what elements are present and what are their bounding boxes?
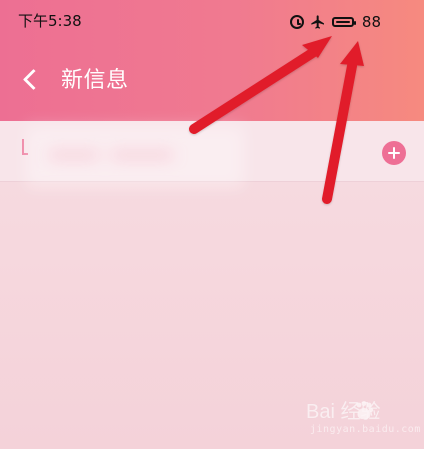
redacted-blob	[48, 150, 100, 160]
back-button[interactable]	[18, 62, 46, 96]
battery-icon	[331, 17, 356, 27]
app-header: 下午5:38 88 新信息	[0, 0, 424, 121]
add-contact-button[interactable]	[382, 141, 406, 165]
alarm-icon	[289, 15, 304, 29]
title-bar: 新信息	[0, 52, 424, 112]
watermark-subtext: jingyan.baidu.com	[310, 424, 421, 435]
screen: 下午5:38 88 新信息 Bai 经验 jingyan.baidu.com	[0, 0, 424, 449]
paw-icon	[356, 401, 374, 419]
baidu-watermark: Bai 经验 jingyan.baidu.com	[304, 398, 424, 444]
chevron-left-icon	[22, 68, 45, 91]
status-time: 下午5:38	[18, 12, 82, 30]
redacted-recipient	[26, 126, 244, 188]
redacted-blob	[110, 150, 174, 160]
status-icons: 88	[289, 12, 381, 32]
status-bar: 下午5:38 88	[0, 0, 424, 42]
battery-level: 88	[361, 13, 381, 31]
page-title: 新信息	[61, 68, 129, 93]
airplane-icon	[310, 14, 326, 30]
plus-icon	[382, 141, 406, 165]
